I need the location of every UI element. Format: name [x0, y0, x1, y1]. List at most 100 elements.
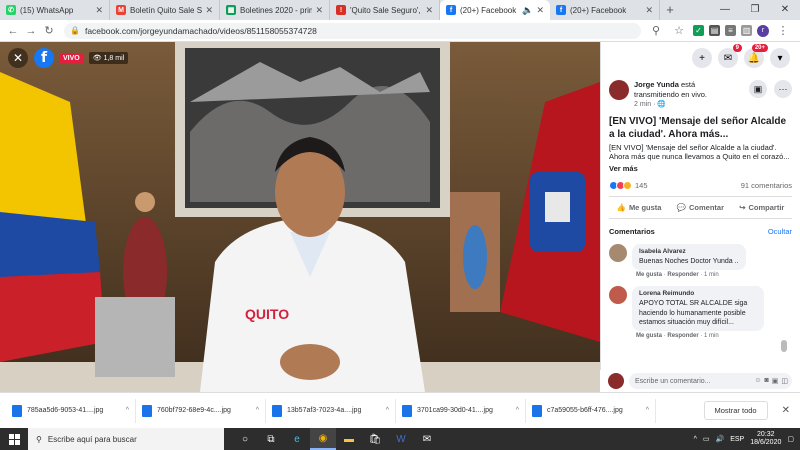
tab-news[interactable]: !'Quito Sale Seguro', ge✕ [330, 0, 440, 20]
more-options-icon[interactable]: ⋯ [774, 80, 792, 98]
mail-icon[interactable]: ✉ [414, 428, 440, 450]
write-comment-row: Escribe un comentario... ☺ ◙ ▣ ◫ [600, 370, 800, 392]
checkmark-extension-icon[interactable]: ✓ [693, 25, 704, 36]
comment-reply-link[interactable]: Responder [667, 333, 698, 339]
minimize-icon[interactable]: — [710, 0, 740, 20]
comment-meta: Me gusta · Responder · 1 min [636, 333, 719, 340]
close-tab-icon[interactable]: ✕ [315, 5, 323, 16]
clock[interactable]: 20:32 18/6/2020 [750, 431, 781, 448]
show-all-downloads-button[interactable]: Mostrar todo [703, 401, 768, 420]
close-window-icon[interactable]: ✕ [770, 0, 800, 20]
comment-input[interactable]: Escribe un comentario... ☺ ◙ ▣ ◫ [629, 373, 792, 389]
share-button[interactable]: ↪ Compartir [739, 203, 784, 212]
comments-count[interactable]: 91 comentarios [741, 181, 792, 190]
notifications-button[interactable]: 🔔 20+ [744, 44, 768, 68]
download-item[interactable]: 3701ca99-30d0-41....jpg ^ [396, 398, 526, 423]
comment-like-link[interactable]: Me gusta [636, 333, 662, 339]
word-icon[interactable]: W [388, 428, 414, 450]
commenter-name[interactable]: Lorena Reimundo [639, 290, 757, 299]
close-tab-icon[interactable]: ✕ [536, 5, 544, 16]
hide-comments-link[interactable]: Ocultar [768, 227, 792, 236]
tab-facebook[interactable]: f (20+) Facebook ✕ [550, 0, 660, 20]
scrollbar-thumb[interactable] [781, 340, 787, 352]
commenter-name[interactable]: Isabela Alvarez [639, 248, 739, 257]
chevron-up-icon[interactable]: ^ [256, 407, 259, 414]
gif-icon[interactable]: ▣ [772, 377, 779, 385]
chrome-icon[interactable]: ◉ [310, 428, 336, 450]
cortana-icon[interactable]: ○ [232, 428, 258, 450]
star-icon[interactable]: ☆ [670, 24, 688, 37]
create-button[interactable]: + [692, 48, 712, 68]
tab-gmail[interactable]: MBoletín Quito Sale Segu✕ [110, 0, 220, 20]
download-item[interactable]: c7a59055-b6ff-476....jpg ^ [526, 398, 656, 423]
commenter-avatar[interactable] [609, 244, 627, 263]
comment-time[interactable]: 1 min [704, 333, 719, 339]
language-indicator[interactable]: ESP [730, 436, 744, 443]
url-field[interactable]: 🔒 facebook.com/jorgeyundamachado/videos/… [64, 22, 641, 39]
windows-logo-icon [8, 433, 20, 445]
download-item[interactable]: 785aa5d6-9053-41....jpg ^ [6, 398, 136, 423]
like-button[interactable]: 👍 Me gusta [617, 203, 662, 212]
store-icon[interactable]: 🛍 [362, 428, 388, 450]
new-tab-button[interactable]: + [660, 0, 680, 20]
start-button[interactable] [0, 428, 28, 450]
audio-icon[interactable]: 🔈 [522, 5, 533, 16]
close-tab-icon[interactable]: ✕ [425, 5, 433, 16]
camera-icon[interactable]: ◙ [765, 377, 769, 385]
comments-header: Comentarios Ocultar [601, 219, 800, 240]
save-icon[interactable]: ▣ [749, 80, 767, 98]
menu-icon[interactable]: ⋮ [774, 24, 792, 37]
volume-icon[interactable]: 🔊 [715, 435, 724, 443]
network-icon[interactable]: ▭ [703, 435, 710, 443]
tab-facebook-active[interactable]: f (20+) Facebook 🔈 ✕ [440, 0, 550, 20]
chevron-up-icon[interactable]: ^ [646, 407, 649, 414]
back-icon[interactable]: ← [4, 25, 22, 37]
close-tab-icon[interactable]: ✕ [645, 5, 653, 16]
maximize-icon[interactable]: ❐ [740, 0, 770, 20]
account-menu-button[interactable]: ▾ [770, 48, 790, 68]
task-view-icon[interactable]: ⧉ [258, 428, 284, 450]
author-name[interactable]: Jorge Yunda [634, 80, 679, 89]
lock-icon[interactable]: 🔒 [70, 26, 80, 35]
taskbar-search[interactable]: ⚲ Escribe aquí para buscar [28, 428, 224, 450]
comment-item: Lorena Reimundo APOYO TOTAL SR ALCALDE s… [601, 282, 800, 343]
see-more-link[interactable]: Ver más [601, 162, 800, 175]
extension-icon[interactable]: ▤ [709, 25, 720, 36]
live-video-player[interactable]: QUITO [0, 42, 600, 392]
forward-icon[interactable]: → [22, 25, 40, 37]
reload-icon[interactable]: ↻ [40, 24, 58, 37]
search-icon[interactable]: ⚲ [647, 24, 665, 37]
comment-time[interactable]: 1 min [704, 272, 719, 278]
close-downloads-icon[interactable]: ✕ [782, 405, 790, 416]
download-item[interactable]: 13b57af3-7023-4a....jpg ^ [266, 398, 396, 423]
playlist-extension-icon[interactable]: ≡ [725, 25, 736, 36]
tab-sheets[interactable]: ▦Boletines 2020 - primer✕ [220, 0, 330, 20]
chevron-up-icon[interactable]: ^ [386, 407, 389, 414]
facebook-logo-icon[interactable]: f [34, 48, 54, 68]
comment-button[interactable]: 💬 Comentar [677, 203, 724, 212]
chevron-up-icon[interactable]: ^ [126, 407, 129, 414]
chevron-up-icon[interactable]: ^ [516, 407, 519, 414]
close-video-button[interactable]: ✕ [8, 48, 28, 68]
reactions-summary[interactable]: 145 [609, 181, 648, 191]
sticker-icon[interactable]: ◫ [781, 377, 788, 385]
reader-extension-icon[interactable]: ▥ [741, 25, 752, 36]
profile-avatar[interactable]: r [757, 24, 769, 37]
commenter-avatar[interactable] [609, 286, 627, 305]
comment-reply-link[interactable]: Responder [667, 272, 698, 278]
close-tab-icon[interactable]: ✕ [95, 5, 103, 16]
tab-whatsapp[interactable]: ✆ (15) WhatsApp ✕ [0, 0, 110, 20]
chevron-up-icon[interactable]: ^ [694, 436, 697, 443]
image-file-icon [142, 404, 152, 417]
file-explorer-icon[interactable]: ▬ [336, 428, 362, 450]
download-item[interactable]: 760bf792-68e9-4c....jpg ^ [136, 398, 266, 423]
edge-icon[interactable]: e [284, 428, 310, 450]
close-tab-icon[interactable]: ✕ [205, 5, 213, 16]
comment-like-link[interactable]: Me gusta [636, 272, 662, 278]
author-avatar[interactable] [609, 80, 629, 100]
post-time[interactable]: 2 min [634, 101, 651, 108]
clock-date: 18/6/2020 [750, 439, 782, 446]
emoji-icon[interactable]: ☺ [754, 377, 761, 385]
messenger-button[interactable]: ✉ 9 [718, 44, 742, 68]
action-center-icon[interactable]: ▢ [787, 435, 794, 443]
